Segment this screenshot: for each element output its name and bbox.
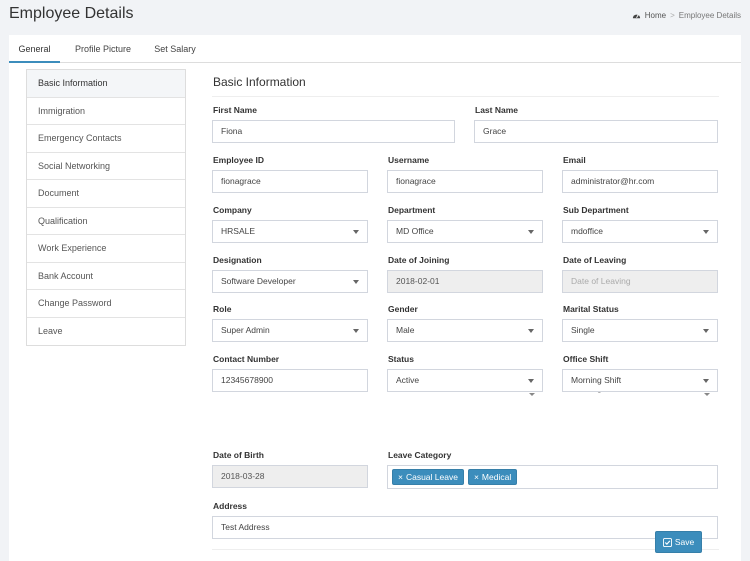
breadcrumb-current: Employee Details	[678, 11, 741, 20]
username-input[interactable]: fionagrace	[387, 170, 543, 193]
sidebar-item-immigration[interactable]: Immigration	[27, 98, 185, 125]
tab-profile-picture[interactable]: Profile Picture	[68, 35, 138, 63]
office-shift-ghost: Morning Shift	[562, 392, 718, 400]
tab-general[interactable]: General	[9, 35, 60, 63]
department-label: Department	[388, 205, 436, 215]
sidebar-item-qualification[interactable]: Qualification	[27, 208, 185, 235]
tab-set-salary[interactable]: Set Salary	[149, 35, 201, 63]
sidebar-item-document[interactable]: Document	[27, 180, 185, 208]
breadcrumb: Home > Employee Details	[632, 11, 741, 20]
email-input[interactable]: administrator@hr.com	[562, 170, 718, 193]
sidebar-item-work-experience[interactable]: Work Experience	[27, 235, 185, 263]
sidebar-item-emergency-contacts[interactable]: Emergency Contacts	[27, 125, 185, 153]
date-of-leaving-label: Date of Leaving	[563, 255, 627, 265]
sidebar-item-leave[interactable]: Leave	[27, 318, 185, 346]
remove-tag-icon[interactable]: ×	[474, 470, 479, 484]
date-of-leaving-input[interactable]: Date of Leaving	[562, 270, 718, 293]
date-of-birth-input[interactable]: 2018-03-28	[212, 465, 368, 488]
first-name-input[interactable]: Fiona	[212, 120, 455, 143]
breadcrumb-separator: >	[670, 11, 675, 20]
save-button[interactable]: Save	[655, 531, 702, 553]
marital-status-select[interactable]: Single	[562, 319, 718, 342]
email-label: Email	[563, 155, 586, 165]
tab-bar: General Profile Picture Set Salary	[9, 35, 741, 63]
sidebar-menu: Basic Information Immigration Emergency …	[26, 69, 186, 346]
username-label: Username	[388, 155, 430, 165]
contact-number-label: Contact Number	[213, 354, 280, 364]
sub-department-select[interactable]: mdoffice	[562, 220, 718, 243]
date-of-joining-label: Date of Joining	[388, 255, 450, 265]
sidebar-item-social-networking[interactable]: Social Networking	[27, 153, 185, 180]
department-select[interactable]: MD Office	[387, 220, 543, 243]
designation-select[interactable]: Software Developer	[212, 270, 368, 293]
last-name-input[interactable]: Grace	[474, 120, 718, 143]
check-square-icon	[662, 537, 672, 547]
section-title: Basic Information	[213, 75, 306, 89]
gender-label: Gender	[388, 304, 418, 314]
chevron-down-icon	[704, 393, 710, 396]
last-name-label: Last Name	[475, 105, 518, 115]
save-button-label: Save	[674, 537, 695, 547]
company-label: Company	[213, 205, 252, 215]
address-input[interactable]: Test Address	[212, 516, 718, 539]
contact-number-input[interactable]: 12345678900	[212, 369, 368, 392]
breadcrumb-home-link[interactable]: Home	[645, 11, 666, 20]
company-select[interactable]: HRSALE	[212, 220, 368, 243]
leave-category-multiselect[interactable]: × Casual Leave × Medical	[387, 465, 718, 489]
office-shift-label: Office Shift	[563, 354, 609, 364]
office-shift-select[interactable]: Morning Shift	[562, 369, 718, 392]
first-name-label: First Name	[213, 105, 257, 115]
status-ghost: Active	[387, 392, 543, 400]
dashboard-icon	[632, 14, 640, 19]
marital-status-label: Marital Status	[563, 304, 619, 314]
content-card: General Profile Picture Set Salary Basic…	[9, 35, 741, 561]
form-divider	[212, 549, 719, 550]
date-of-birth-label: Date of Birth	[213, 450, 264, 460]
employee-id-input[interactable]: fionagrace	[212, 170, 368, 193]
address-label: Address	[213, 501, 248, 511]
section-divider	[212, 96, 719, 97]
leave-category-label: Leave Category	[388, 450, 452, 460]
designation-label: Designation	[213, 255, 262, 265]
contact-number-ghost: 12345678900	[212, 392, 368, 400]
chevron-down-icon	[529, 393, 535, 396]
gender-select[interactable]: Male	[387, 319, 543, 342]
sidebar-item-basic-information[interactable]: Basic Information	[27, 70, 185, 98]
leave-tag-medical: × Medical	[467, 469, 518, 485]
sidebar-item-change-password[interactable]: Change Password	[27, 290, 185, 318]
leave-tag-casual-leave: × Casual Leave	[392, 469, 464, 485]
status-label: Status	[388, 354, 414, 364]
role-label: Role	[213, 304, 232, 314]
employee-id-label: Employee ID	[213, 155, 265, 165]
sidebar-item-bank-account[interactable]: Bank Account	[27, 263, 185, 290]
date-of-joining-input[interactable]: 2018-02-01	[387, 270, 543, 293]
role-select[interactable]: Super Admin	[212, 319, 368, 342]
sub-department-label: Sub Department	[563, 205, 629, 215]
page-title: Employee Details	[9, 5, 134, 22]
status-select[interactable]: Active	[387, 369, 543, 392]
remove-tag-icon[interactable]: ×	[398, 470, 403, 484]
